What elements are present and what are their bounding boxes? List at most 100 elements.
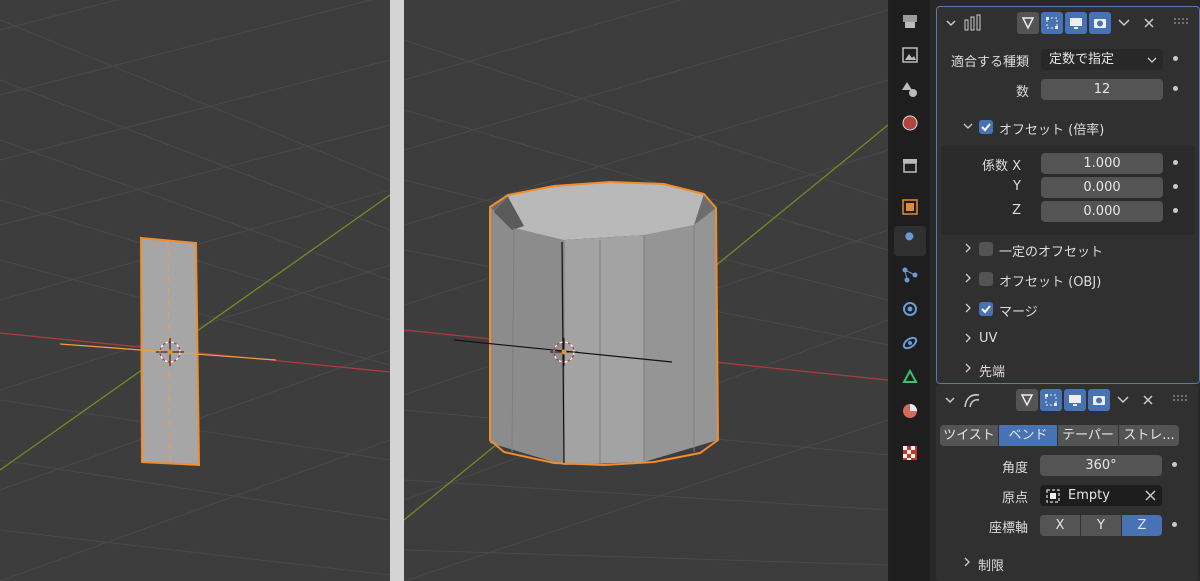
tab-object[interactable] bbox=[894, 192, 926, 222]
clear-icon[interactable] bbox=[1145, 490, 1156, 501]
fit-type-row: 適合する種類 定数で指定 bbox=[937, 47, 1199, 73]
drag-handle-icon[interactable] bbox=[1172, 394, 1188, 402]
factor-y-field[interactable]: 0.000 bbox=[1041, 177, 1163, 198]
keyframe-dot[interactable] bbox=[1173, 86, 1178, 91]
close-icon[interactable] bbox=[1142, 394, 1154, 406]
render-toggle[interactable] bbox=[1089, 12, 1111, 34]
render-toggle[interactable] bbox=[1088, 389, 1110, 411]
keyframe-dot[interactable] bbox=[1173, 160, 1178, 165]
relative-offset-label: オフセット (倍率) bbox=[999, 123, 1105, 138]
keyframe-dot[interactable] bbox=[1173, 208, 1178, 213]
simple-deform-header[interactable] bbox=[936, 384, 1198, 420]
tab-modifiers[interactable] bbox=[894, 226, 926, 256]
tab-view-layer[interactable] bbox=[894, 74, 926, 104]
viewport-toggle[interactable] bbox=[1065, 12, 1087, 34]
camera-icon bbox=[1093, 396, 1105, 405]
merge-label: マージ bbox=[999, 305, 1038, 320]
restrictions-header[interactable]: 制限 bbox=[936, 551, 1198, 577]
chevron-right-icon[interactable] bbox=[963, 273, 973, 283]
vertex-triangle-icon bbox=[1020, 394, 1034, 407]
chevron-right-icon[interactable] bbox=[962, 557, 972, 567]
object-offset-header[interactable]: オフセット (OBJ) bbox=[937, 267, 1199, 293]
constant-offset-label: 一定のオフセット bbox=[999, 245, 1104, 260]
simple-deform-icon bbox=[964, 394, 980, 408]
mode-twist-button[interactable]: ツイスト bbox=[940, 425, 998, 446]
chevron-right-icon[interactable] bbox=[963, 363, 973, 373]
viewport-left[interactable] bbox=[0, 0, 390, 581]
relative-offset-header[interactable]: オフセット (倍率) bbox=[937, 115, 1199, 141]
tab-scene[interactable] bbox=[894, 108, 926, 138]
tab-texture[interactable] bbox=[894, 438, 926, 468]
chevron-down-icon[interactable] bbox=[945, 17, 957, 29]
viewport-right[interactable] bbox=[404, 0, 888, 581]
origin-value: Empty bbox=[1068, 488, 1110, 503]
axis-x-button[interactable]: X bbox=[1040, 515, 1080, 536]
axis-y-button[interactable]: Y bbox=[1081, 515, 1121, 536]
editmode-toggle[interactable] bbox=[1041, 12, 1063, 34]
viewport-toggle[interactable] bbox=[1064, 389, 1086, 411]
tab-constraints[interactable] bbox=[894, 328, 926, 358]
world-icon bbox=[902, 115, 918, 131]
factor-y-label: Y bbox=[1013, 179, 1021, 194]
tab-output[interactable] bbox=[894, 40, 926, 70]
fit-type-value: 定数で指定 bbox=[1049, 52, 1115, 67]
factor-z-field[interactable]: 0.000 bbox=[1041, 201, 1163, 222]
tab-data[interactable] bbox=[894, 362, 926, 392]
keyframe-dot[interactable] bbox=[1172, 522, 1177, 527]
relative-offset-subpanel: 係数 X 1.000 Y 0.000 Z 0.000 bbox=[941, 145, 1195, 235]
array-icon bbox=[964, 14, 981, 31]
tab-render[interactable] bbox=[894, 6, 926, 36]
angle-field[interactable]: 360° bbox=[1040, 455, 1162, 476]
editmode-toggle[interactable] bbox=[1040, 389, 1062, 411]
fit-type-dropdown[interactable]: 定数で指定 bbox=[1041, 49, 1163, 70]
caps-label: 先端 bbox=[979, 365, 1006, 380]
editmode-icon bbox=[1046, 17, 1058, 29]
dropdown-chevron-icon[interactable] bbox=[1116, 394, 1130, 406]
constant-offset-header[interactable]: 一定のオフセット bbox=[937, 237, 1199, 263]
checkmark-icon bbox=[981, 123, 991, 132]
chevron-down-icon bbox=[1147, 57, 1157, 63]
count-field[interactable]: 12 bbox=[1041, 79, 1163, 100]
angle-label: 角度 bbox=[1001, 461, 1028, 476]
mode-stretch-button[interactable]: ストレ... bbox=[1119, 425, 1179, 446]
dropdown-chevron-icon[interactable] bbox=[1117, 17, 1131, 29]
caps-header[interactable]: 先端 bbox=[937, 357, 1199, 383]
properties-editor: 適合する種類 定数で指定 数 12 オフセット (倍率) 係数 X 1.000 bbox=[930, 0, 1200, 581]
properties-tab-bar bbox=[892, 0, 930, 581]
factor-x-field[interactable]: 1.000 bbox=[1041, 153, 1163, 174]
merge-header[interactable]: マージ bbox=[937, 297, 1199, 323]
fit-type-label: 適合する種類 bbox=[950, 55, 1029, 70]
particles-icon bbox=[902, 267, 918, 283]
editmode-cage-toggle[interactable] bbox=[1016, 389, 1038, 411]
uv-header[interactable]: UV bbox=[937, 327, 1199, 353]
keyframe-dot[interactable] bbox=[1173, 184, 1178, 189]
axis-z-button[interactable]: Z bbox=[1122, 515, 1162, 536]
tab-collection[interactable] bbox=[894, 150, 926, 180]
viewport-divider[interactable] bbox=[390, 0, 404, 581]
tab-material[interactable] bbox=[894, 396, 926, 426]
chevron-down-icon[interactable] bbox=[963, 121, 973, 131]
keyframe-dot[interactable] bbox=[1172, 462, 1177, 467]
object-offset-checkbox[interactable] bbox=[979, 272, 993, 286]
merge-checkbox[interactable] bbox=[979, 302, 993, 316]
mesh-data-icon bbox=[902, 368, 918, 383]
constant-offset-checkbox[interactable] bbox=[979, 242, 993, 256]
array-modifier-header[interactable] bbox=[937, 7, 1199, 43]
relative-offset-checkbox[interactable] bbox=[979, 120, 993, 134]
mode-bend-button[interactable]: ベンド bbox=[999, 425, 1057, 446]
chevron-right-icon[interactable] bbox=[963, 243, 973, 253]
chevron-right-icon[interactable] bbox=[963, 303, 973, 313]
drag-handle-icon[interactable] bbox=[1173, 17, 1189, 25]
axis-label: 座標軸 bbox=[988, 521, 1028, 536]
tab-physics[interactable] bbox=[894, 294, 926, 324]
close-icon[interactable] bbox=[1143, 17, 1155, 29]
mode-taper-button[interactable]: テーパー bbox=[1058, 425, 1118, 446]
chevron-right-icon[interactable] bbox=[963, 333, 973, 343]
viewport-left-grid bbox=[0, 0, 390, 581]
tab-particles[interactable] bbox=[894, 260, 926, 290]
keyframe-dot[interactable] bbox=[1173, 56, 1178, 61]
editmode-cage-toggle[interactable] bbox=[1017, 12, 1039, 34]
origin-field[interactable]: Empty bbox=[1040, 485, 1162, 506]
texture-icon bbox=[903, 446, 917, 460]
chevron-down-icon[interactable] bbox=[944, 394, 956, 406]
